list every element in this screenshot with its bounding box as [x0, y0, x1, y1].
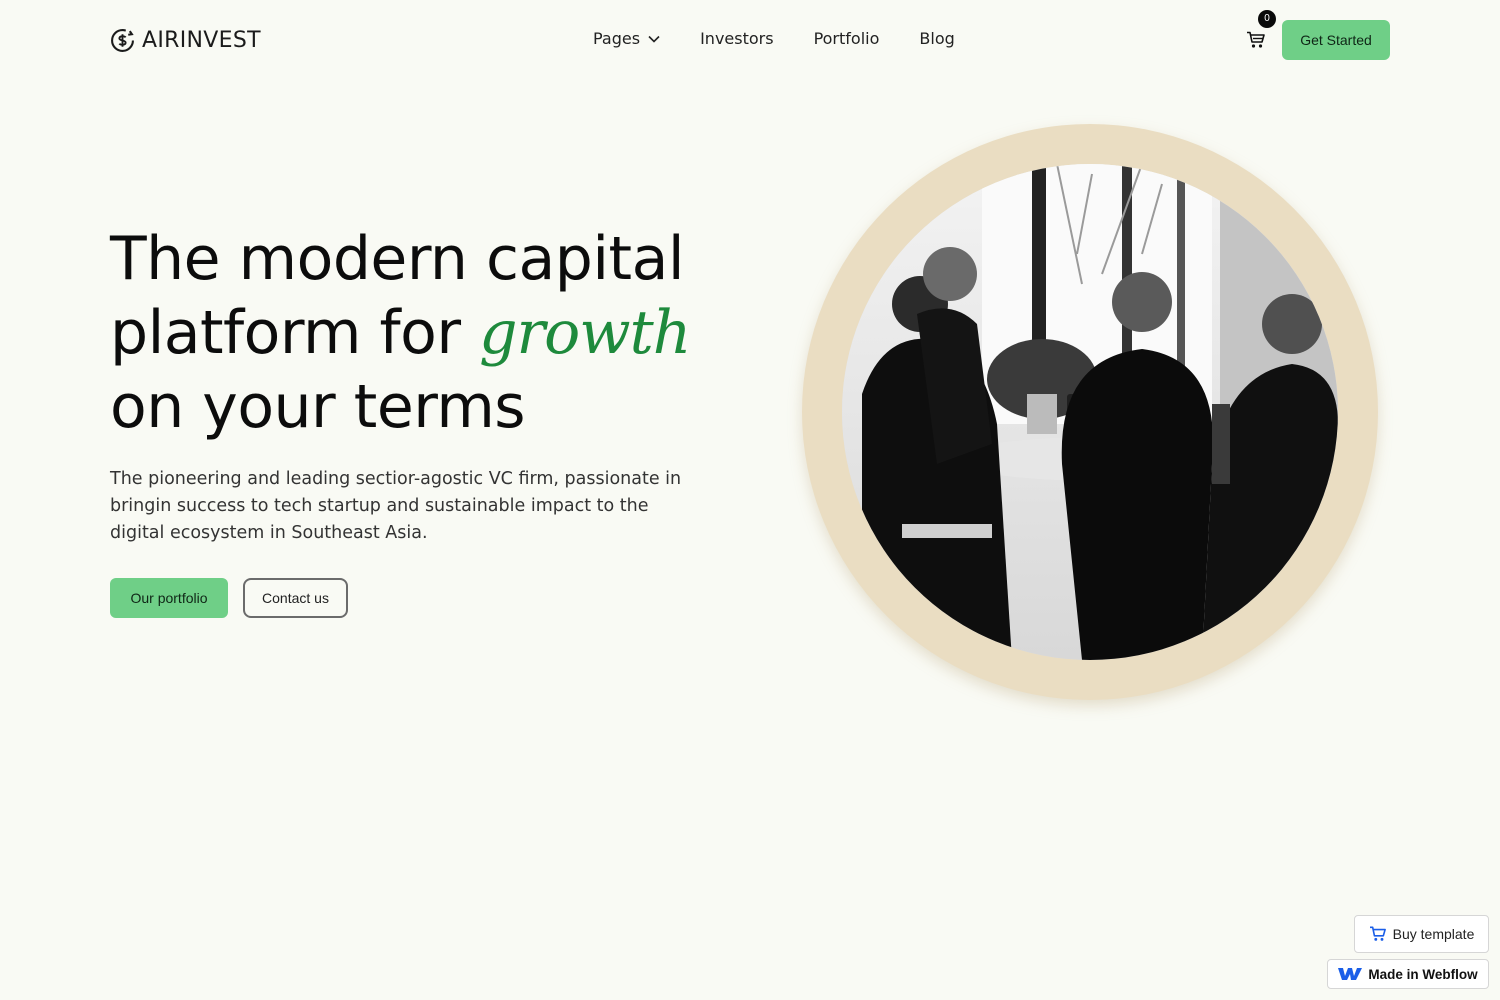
- webflow-logo-icon: [1338, 968, 1363, 980]
- buy-template-button[interactable]: Buy template: [1354, 915, 1489, 953]
- headline-line-3: on your terms: [110, 372, 526, 442]
- cart-count-badge: 0: [1258, 10, 1276, 28]
- cart-icon[interactable]: [1246, 31, 1266, 49]
- buy-template-label: Buy template: [1392, 926, 1475, 942]
- headline-line-2: platform for: [110, 298, 480, 368]
- nav-item-blog[interactable]: Blog: [919, 29, 954, 48]
- webflow-badge-label: Made in Webflow: [1368, 966, 1478, 982]
- headline-accent: growth: [479, 298, 691, 368]
- team-meeting-illustration: [842, 164, 1338, 660]
- headline-line-1: The modern capital: [110, 224, 685, 294]
- nav-item-label: Pages: [593, 29, 641, 48]
- nav-item-label: Portfolio: [813, 29, 880, 48]
- hero-headline: The modern capital platform for growth o…: [110, 222, 730, 444]
- nav-item-label: Investors: [700, 29, 774, 48]
- team-meeting-photo: [842, 164, 1338, 660]
- nav-item-label: Blog: [919, 29, 955, 48]
- brand-logo[interactable]: AIRINVEST: [110, 27, 261, 53]
- cart-icon: [1369, 926, 1386, 941]
- top-navigation: AIRINVEST Pages Investors Portfolio Blog…: [0, 0, 1500, 80]
- made-in-webflow-badge[interactable]: Made in Webflow: [1327, 959, 1489, 989]
- hero-description: The pioneering and leading sectior-agost…: [110, 469, 682, 543]
- contact-us-button[interactable]: Contact us: [243, 578, 348, 618]
- chevron-down-icon: [648, 35, 660, 43]
- nav-item-investors[interactable]: Investors: [700, 29, 773, 48]
- brand-name: AIRINVEST: [142, 27, 261, 53]
- nav-links: Pages Investors Portfolio Blog: [593, 29, 955, 48]
- nav-item-pages[interactable]: Pages: [593, 29, 660, 48]
- nav-item-portfolio[interactable]: Portfolio: [814, 29, 880, 48]
- get-started-button[interactable]: Get Started: [1282, 20, 1390, 60]
- our-portfolio-button[interactable]: Our portfolio: [110, 578, 228, 618]
- dollar-cycle-icon: [111, 28, 134, 52]
